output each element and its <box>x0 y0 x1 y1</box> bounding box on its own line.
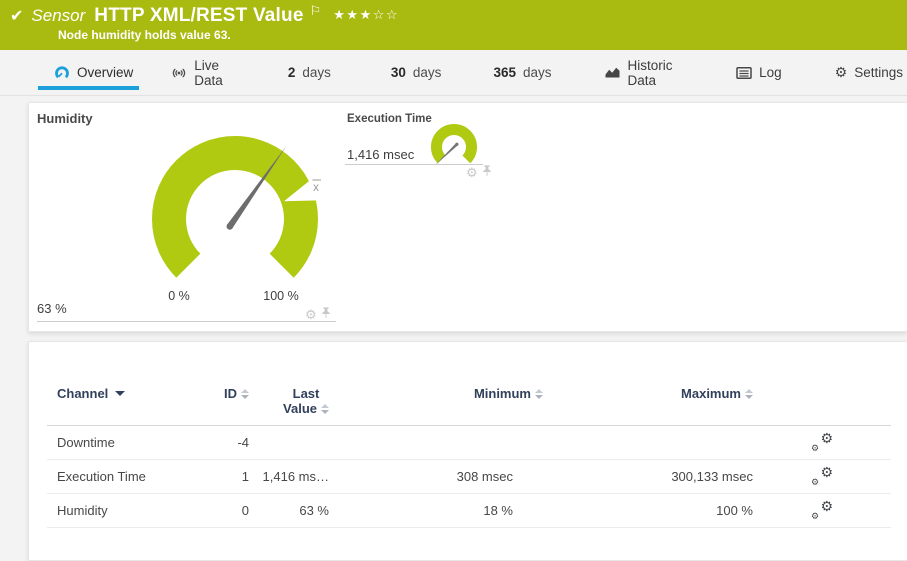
tab-label: Historic Data <box>628 58 681 88</box>
tab-365-days[interactable]: 365 days <box>489 50 555 95</box>
channel-id: 0 <box>242 503 249 518</box>
widget-divider <box>345 164 483 165</box>
column-label: ID <box>224 386 237 401</box>
broadcast-icon <box>171 65 187 81</box>
tab-2-days[interactable]: 2 days <box>284 50 335 95</box>
column-label: Channel <box>57 386 108 401</box>
tab-unit: days <box>413 65 442 80</box>
tab-settings[interactable]: ⚙ Settings <box>831 50 907 95</box>
overview-panel: Humidity x 0 % 100 % 63 % ⚙ Execution Ti… <box>28 102 907 332</box>
channel-name: Downtime <box>47 435 197 450</box>
column-header-minimum[interactable]: Minimum <box>474 386 543 401</box>
status-ok-check-icon: ✔ <box>10 6 23 25</box>
tab-log[interactable]: Log <box>732 50 786 95</box>
gauge-icon <box>54 65 70 81</box>
tab-label: Live Data <box>194 58 232 88</box>
channel-minimum: 308 msec <box>457 469 543 484</box>
sensor-status-message: Node humidity holds value 63. <box>58 28 907 42</box>
gauge-needle-hub <box>227 223 234 230</box>
channel-table-panel: Channel ID Last Value Minimum Maximum <box>28 341 907 561</box>
area-chart-icon <box>604 65 621 80</box>
sort-icon <box>745 389 753 399</box>
tab-historic-data[interactable]: Historic Data <box>600 50 685 95</box>
channel-table: Channel ID Last Value Minimum Maximum <box>47 342 891 528</box>
channel-maximum: 100 % <box>716 503 753 518</box>
widget-gear-icon[interactable]: ⚙ <box>466 167 478 180</box>
column-header-last-value[interactable]: Last Value <box>283 386 329 416</box>
channel-minimum: 18 % <box>483 503 543 518</box>
humidity-current-value: 63 % <box>37 301 67 316</box>
channel-settings-gears-icon[interactable]: ⚙⚙ <box>811 434 833 452</box>
tab-number: 365 <box>493 65 516 80</box>
sensor-title: HTTP XML/REST Value <box>94 5 303 27</box>
log-list-icon <box>736 66 752 80</box>
exec-time-gauge-title: Execution Time <box>347 113 432 125</box>
table-row-humidity: Humidity 0 63 % 18 % 100 % ⚙⚙ <box>47 494 891 528</box>
sort-icon <box>535 389 543 399</box>
sensor-status-bar: ✔ Sensor HTTP XML/REST Value ⚐ ★★★☆☆ Nod… <box>0 0 907 50</box>
column-label: Minimum <box>474 386 531 401</box>
table-header-row: Channel ID Last Value Minimum Maximum <box>47 342 891 426</box>
column-label: Last <box>293 386 320 401</box>
column-header-maximum[interactable]: Maximum <box>681 386 753 401</box>
gauge-min-label: 0 % <box>158 289 200 303</box>
gauge-arc <box>437 129 472 159</box>
column-header-id[interactable]: ID <box>224 386 249 401</box>
widget-pin-icon[interactable] <box>481 164 493 182</box>
channel-last-value: 1,416 ms… <box>263 469 329 484</box>
gauge-max-label: 100 % <box>255 289 307 303</box>
widget-pin-icon[interactable] <box>320 306 332 324</box>
tab-unit: days <box>523 65 552 80</box>
exec-time-current-value: 1,416 msec <box>347 147 414 162</box>
widget-gear-icon[interactable]: ⚙ <box>305 309 317 322</box>
tab-number: 2 <box>288 65 296 80</box>
tab-number: 30 <box>391 65 406 80</box>
table-row-downtime: Downtime -4 ⚙⚙ <box>47 426 891 460</box>
tab-bar: Overview Live Data 2 days 30 days 365 da… <box>0 50 907 96</box>
column-header-channel[interactable]: Channel <box>47 386 125 401</box>
tab-label: Overview <box>77 65 133 80</box>
tab-label: Log <box>759 65 782 80</box>
tab-label: Settings <box>854 65 903 80</box>
widget-divider <box>37 321 336 322</box>
channel-maximum: 300,133 msec <box>671 469 753 484</box>
priority-stars[interactable]: ★★★☆☆ <box>333 8 399 23</box>
tab-30-days[interactable]: 30 days <box>387 50 446 95</box>
channel-id: -4 <box>237 435 249 450</box>
channel-name: Execution Time <box>47 469 197 484</box>
flag-icon: ⚐ <box>310 4 322 19</box>
tab-unit: days <box>302 65 331 80</box>
gear-icon: ⚙ <box>835 65 848 81</box>
column-label: Maximum <box>681 386 741 401</box>
sort-icon <box>321 404 329 414</box>
humidity-gauge-title: Humidity <box>37 111 93 126</box>
gauge-average-marker-label: x <box>313 180 319 194</box>
sort-desc-icon <box>115 391 125 396</box>
tab-live-data[interactable]: Live Data <box>167 50 236 95</box>
channel-last-value: 63 % <box>299 503 329 518</box>
channel-settings-gears-icon[interactable]: ⚙⚙ <box>811 502 833 520</box>
gauge-needle-hub <box>455 143 458 146</box>
table-row-execution-time: Execution Time 1 1,416 ms… 308 msec 300,… <box>47 460 891 494</box>
sensor-kind-label: Sensor <box>31 6 85 26</box>
channel-id: 1 <box>242 469 249 484</box>
tab-overview[interactable]: Overview <box>50 50 137 95</box>
sort-icon <box>241 389 249 399</box>
column-label: Value <box>283 401 317 416</box>
channel-settings-gears-icon[interactable]: ⚙⚙ <box>811 468 833 486</box>
gauge-arc <box>169 153 301 266</box>
channel-name: Humidity <box>47 503 197 518</box>
